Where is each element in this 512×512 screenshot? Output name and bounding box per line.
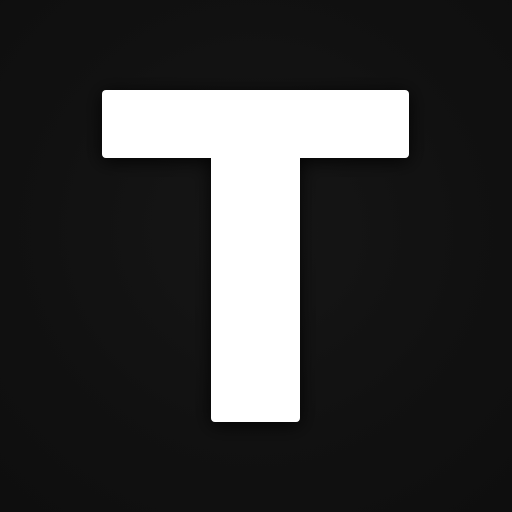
logo-stem [211,150,300,422]
app-icon [0,0,512,512]
logo-shape [102,90,409,422]
letter-t-logo-icon [102,90,409,422]
logo-crossbar [102,90,409,158]
